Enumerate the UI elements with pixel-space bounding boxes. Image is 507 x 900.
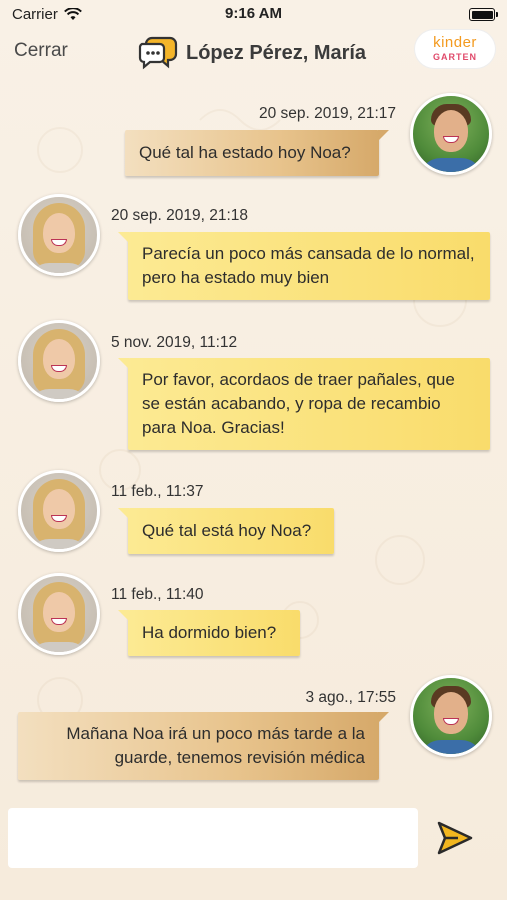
- avatar-face: [43, 592, 75, 632]
- message-bubble-sent[interactable]: Qué tal ha estado hoy Noa?: [125, 130, 389, 176]
- avatar-shirt: [419, 740, 483, 754]
- avatar-face: [43, 213, 75, 253]
- status-bar: Carrier 9:16 AM: [0, 0, 507, 28]
- close-button[interactable]: Cerrar: [14, 40, 68, 62]
- avatar[interactable]: [410, 93, 492, 175]
- avatar-shirt: [29, 642, 89, 652]
- avatar[interactable]: [18, 573, 100, 655]
- avatar-face: [43, 339, 75, 379]
- avatar[interactable]: [18, 470, 100, 552]
- avatar[interactable]: [18, 194, 100, 276]
- message-timestamp: 5 nov. 2019, 11:12: [111, 334, 238, 351]
- logo-wordmark-bottom: GARTEN: [433, 52, 477, 62]
- chat-bubble-icon: [138, 36, 178, 70]
- avatar-face: [434, 110, 468, 152]
- message-timestamp: 11 feb., 11:40: [111, 586, 204, 603]
- message-bubble-received[interactable]: Ha dormido bien?: [118, 610, 300, 656]
- avatar-shirt: [29, 263, 89, 273]
- message-input[interactable]: [8, 808, 418, 868]
- send-icon[interactable]: [436, 820, 474, 856]
- avatar-face: [43, 489, 75, 529]
- avatar[interactable]: [410, 675, 492, 757]
- conversation-title: López Pérez, María: [138, 34, 366, 72]
- kindergarten-logo: kinder GARTEN: [415, 30, 495, 68]
- message-bubble-received[interactable]: Por favor, acordaos de traer pañales, qu…: [118, 358, 490, 450]
- message-bubble-sent[interactable]: Mañana Noa irá un poco más tarde a la gu…: [18, 712, 389, 780]
- message-timestamp: 20 sep. 2019, 21:18: [111, 207, 249, 224]
- avatar-face: [434, 692, 468, 734]
- message-timestamp: 3 ago., 17:55: [305, 689, 397, 706]
- message-timestamp: 20 sep. 2019, 21:17: [258, 105, 396, 122]
- avatar[interactable]: [18, 320, 100, 402]
- avatar-shirt: [29, 539, 89, 549]
- avatar-shirt: [419, 158, 483, 172]
- logo-wordmark-top: kinder: [433, 34, 477, 51]
- nav-bar: Cerrar López Pérez, María kinder GARTEN: [0, 28, 507, 80]
- contact-name: López Pérez, María: [186, 41, 367, 64]
- status-time: 9:16 AM: [225, 5, 282, 22]
- battery-icon: [469, 8, 498, 21]
- message-timestamp: 11 feb., 11:37: [111, 483, 204, 500]
- message-bubble-received[interactable]: Qué tal está hoy Noa?: [118, 508, 334, 554]
- message-bubble-received[interactable]: Parecía un poco más cansada de lo normal…: [118, 232, 490, 300]
- message-input-container: [8, 808, 418, 868]
- avatar-shirt: [29, 389, 89, 399]
